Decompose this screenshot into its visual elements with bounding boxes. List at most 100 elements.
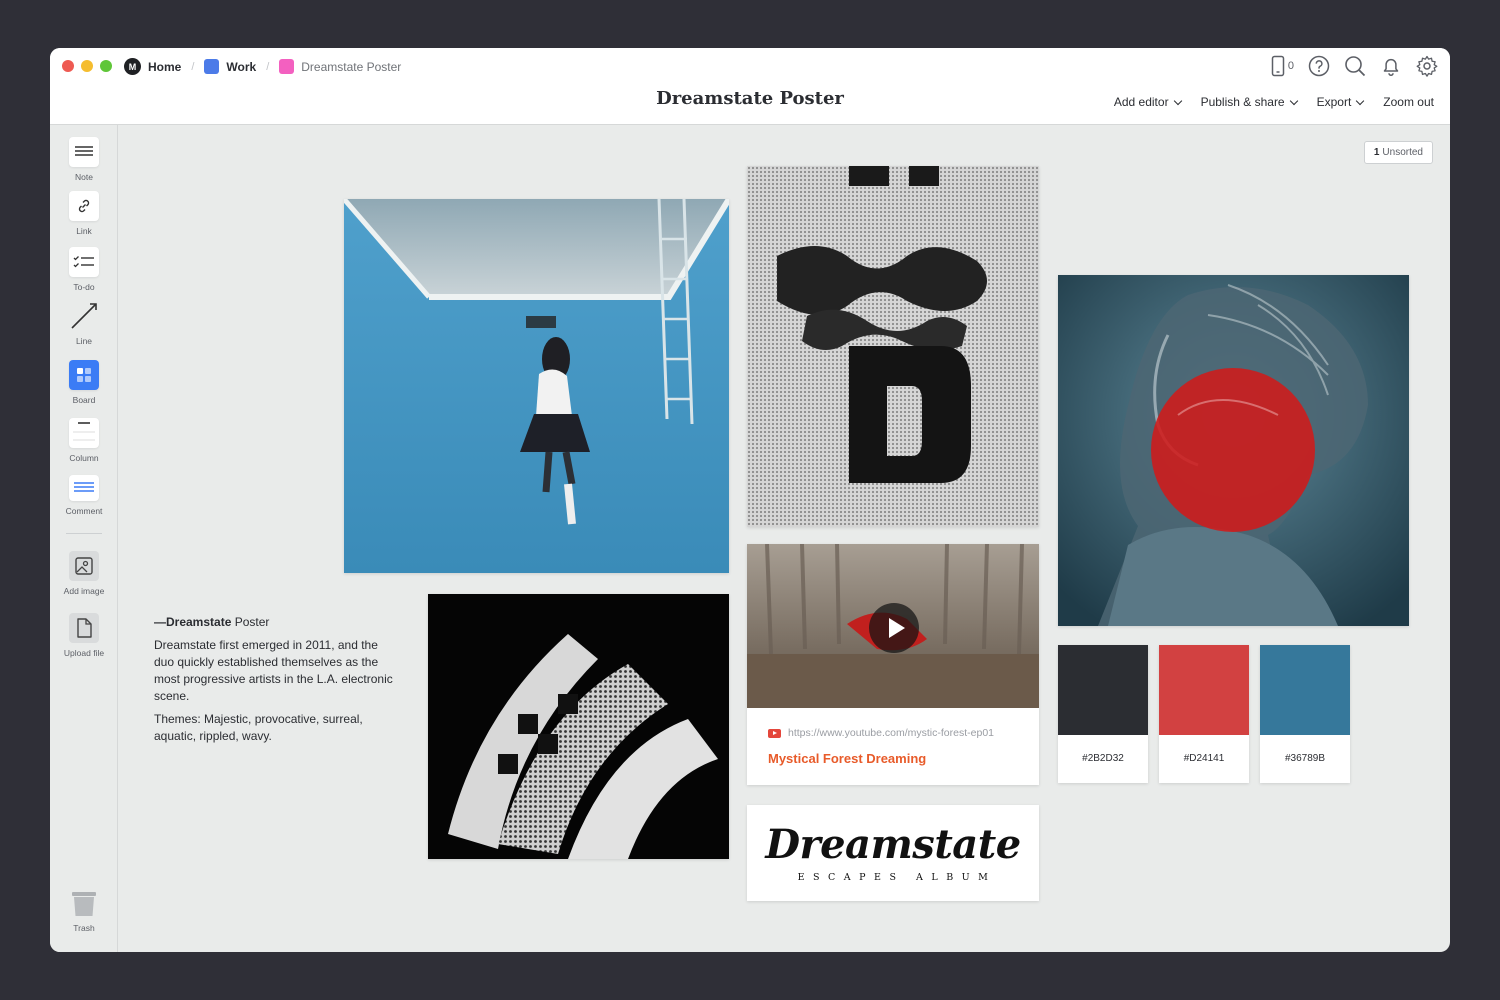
album-logo-card[interactable]: Dreamstate ESCAPES ALBUM (747, 805, 1039, 901)
tool-line[interactable]: Line (50, 301, 118, 346)
tool-column[interactable]: Column (50, 418, 118, 463)
top-bar: M Home / Work / Dreamstate Poster 0 Drea… (50, 48, 1450, 125)
tool-note[interactable]: Note (50, 137, 118, 182)
swatch-color (1058, 645, 1148, 735)
tool-line-label: Line (75, 336, 93, 346)
note-icon (69, 137, 99, 167)
publish-share-label: Publish & share (1200, 95, 1285, 109)
milanote-logo-icon: M (124, 58, 141, 75)
breadcrumb-current-label: Dreamstate Poster (301, 59, 402, 74)
image-card-halftone[interactable] (747, 166, 1039, 527)
window-close-button[interactable] (62, 60, 74, 72)
sidebar-divider (66, 533, 102, 534)
image-card-wave[interactable] (428, 594, 729, 859)
zoom-out-button[interactable]: Zoom out (1383, 95, 1434, 109)
image-icon (69, 551, 99, 581)
image-card-portrait[interactable] (1058, 275, 1409, 626)
window-maximize-button[interactable] (100, 60, 112, 72)
tool-note-label: Note (75, 172, 93, 182)
color-swatch[interactable]: #36789B (1260, 645, 1350, 783)
publish-share-menu[interactable]: Publish & share (1200, 95, 1298, 109)
tool-add-image[interactable]: Add image (50, 551, 118, 596)
tool-todo[interactable]: To-do (50, 247, 118, 292)
header-menu: Add editor Publish & share Export Zoom o… (1114, 95, 1434, 109)
export-menu[interactable]: Export (1316, 95, 1365, 109)
tool-column-label: Column (69, 453, 99, 463)
note-title: —Dreamstate Poster (154, 614, 394, 631)
video-url-text: https://www.youtube.com/mystic-forest-ep… (788, 727, 994, 739)
board-color-icon (279, 59, 295, 74)
breadcrumb-home-label: Home (148, 59, 182, 74)
export-label: Export (1316, 95, 1352, 109)
video-title[interactable]: Mystical Forest Dreaming (768, 751, 926, 766)
tool-sidebar: Note Link To-do Line Board Column Commen… (50, 125, 118, 952)
video-url[interactable]: https://www.youtube.com/mystic-forest-ep… (768, 727, 994, 739)
column-icon (69, 418, 99, 448)
play-button[interactable] (869, 603, 919, 653)
search-icon (1345, 56, 1366, 77)
file-icon (69, 613, 99, 643)
breadcrumb-separator: / (266, 60, 270, 73)
line-icon (69, 301, 99, 331)
tool-upload-file[interactable]: Upload file (50, 613, 118, 658)
tool-upload-file-label: Upload file (63, 648, 105, 658)
add-editor-menu[interactable]: Add editor (1114, 95, 1182, 109)
tool-comment[interactable]: Comment (50, 475, 118, 516)
note-paragraph: Dreamstate first emerged in 2011, and th… (154, 638, 393, 703)
chevron-down-icon (1289, 96, 1298, 105)
unsorted-label: Unsorted (1382, 147, 1423, 158)
tool-todo-label: To-do (73, 282, 95, 292)
tool-board-label: Board (72, 395, 96, 405)
image-card-pool[interactable] (344, 199, 729, 573)
swatch-hex: #2B2D32 (1082, 753, 1124, 764)
color-swatch[interactable]: #2B2D32 (1058, 645, 1148, 783)
search-button[interactable] (1344, 55, 1366, 77)
window-minimize-button[interactable] (81, 60, 93, 72)
breadcrumb: M Home / Work / Dreamstate Poster (124, 58, 401, 75)
board-canvas[interactable]: 1 Unsorted —Dreamstate Poster Dreamstate… (118, 125, 1450, 952)
help-button[interactable] (1308, 55, 1330, 77)
unsorted-count: 1 (1373, 147, 1380, 158)
trash-button[interactable]: Trash (50, 890, 118, 933)
header-icons: 0 (1271, 55, 1438, 77)
note-card[interactable]: —Dreamstate Poster Dreamstate first emer… (154, 614, 394, 751)
board-icon (69, 360, 99, 390)
trash-label: Trash (73, 923, 95, 933)
swatch-color (1159, 645, 1249, 735)
mobile-devices-button[interactable]: 0 (1271, 55, 1294, 77)
breadcrumb-current[interactable]: Dreamstate Poster (279, 59, 401, 74)
tool-add-image-label: Add image (63, 586, 105, 596)
trash-icon (72, 892, 96, 916)
zoom-out-label: Zoom out (1383, 95, 1434, 109)
youtube-icon (768, 728, 781, 738)
breadcrumb-home[interactable]: M Home (124, 58, 181, 75)
album-logo-title: Dreamstate (765, 821, 1021, 868)
video-card[interactable]: https://www.youtube.com/mystic-forest-ep… (747, 544, 1039, 785)
album-logo-subtitle: ESCAPES ALBUM (797, 872, 997, 883)
swatch-hex: #D24141 (1183, 753, 1225, 764)
chevron-down-icon (1173, 96, 1182, 105)
unsorted-button[interactable]: 1 Unsorted (1363, 141, 1433, 164)
pool-girl-image (344, 199, 729, 573)
color-swatch[interactable]: #D24141 (1159, 645, 1249, 783)
note-paragraph: Themes: Majestic, provocative, surreal, … (154, 712, 363, 743)
comment-icon (69, 475, 99, 501)
link-icon (69, 191, 99, 221)
red-circle-portrait-image (1058, 275, 1409, 626)
tool-board[interactable]: Board (50, 360, 118, 405)
gear-icon (1416, 55, 1438, 77)
help-icon (1308, 55, 1330, 77)
board-color-icon (204, 59, 220, 74)
halftone-letter-image (747, 166, 1039, 527)
settings-button[interactable] (1416, 55, 1438, 77)
breadcrumb-work[interactable]: Work (204, 59, 256, 74)
tool-link[interactable]: Link (50, 191, 118, 236)
bell-icon (1383, 58, 1399, 77)
notifications-button[interactable] (1380, 55, 1402, 77)
breadcrumb-separator: / (191, 60, 195, 73)
app-window: M Home / Work / Dreamstate Poster 0 Drea… (50, 48, 1450, 952)
breadcrumb-work-label: Work (226, 59, 257, 74)
todo-icon (69, 247, 99, 277)
chevron-down-icon (1356, 96, 1365, 105)
swatch-hex: #36789B (1284, 753, 1326, 764)
